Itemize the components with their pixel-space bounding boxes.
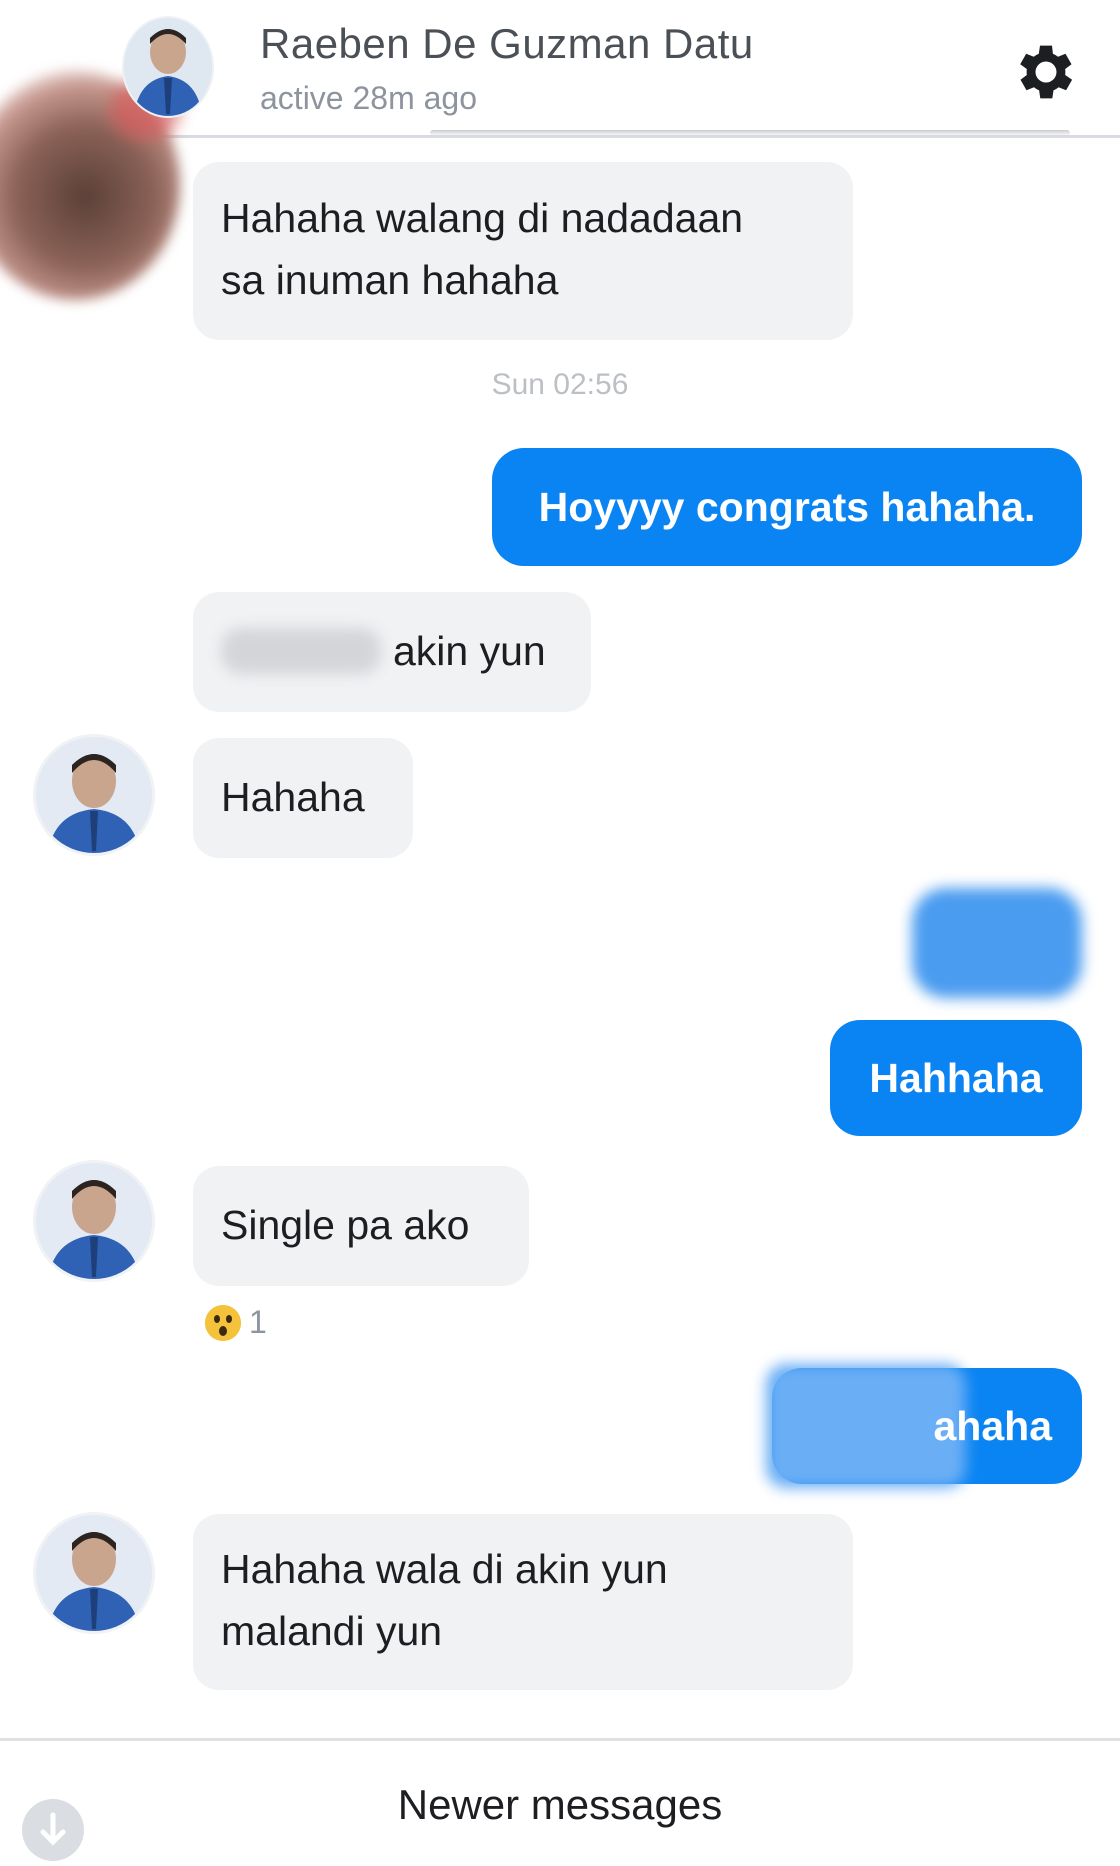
message-reaction[interactable]: 1 xyxy=(205,1304,267,1341)
message-text: Single pa ako xyxy=(221,1202,470,1248)
incoming-message[interactable]: Single pa ako xyxy=(193,1166,529,1286)
message-text: Hoyyyy congrats hahaha. xyxy=(538,483,1036,530)
sender-avatar[interactable] xyxy=(33,1512,155,1634)
header-divider xyxy=(430,130,1070,136)
message-text-line: Hahaha wala di akin yun xyxy=(221,1546,668,1592)
incoming-message[interactable]: Hahaha walang di nadadaan sa inuman haha… xyxy=(193,162,853,340)
outgoing-message[interactable]: Hahhaha xyxy=(830,1020,1082,1136)
gear-icon[interactable] xyxy=(1010,36,1082,108)
active-status: active 28m ago xyxy=(260,80,478,116)
redacted-text xyxy=(221,628,381,674)
message-text-line: sa inuman hahaha xyxy=(221,257,559,303)
message-text-line: malandi yun xyxy=(221,1608,443,1654)
reaction-count: 1 xyxy=(249,1304,267,1340)
message-timestamp: Sun 02:56 xyxy=(491,368,629,401)
outgoing-message[interactable]: Hoyyyy congrats hahaha. xyxy=(492,448,1082,566)
sender-avatar[interactable] xyxy=(33,734,155,856)
conversation-header: Raeben De Guzman Datu active 28m ago xyxy=(0,0,1120,300)
message-text: Hahaha xyxy=(221,774,365,820)
message-text: akin yun xyxy=(393,628,546,674)
wow-emoji-icon xyxy=(205,1304,241,1341)
sender-avatar[interactable] xyxy=(33,1160,155,1282)
newer-messages-bar[interactable]: Newer messages xyxy=(0,1738,1120,1861)
message-text-line: Hahaha walang di nadadaan xyxy=(221,195,744,241)
incoming-message[interactable]: Hahaha xyxy=(193,738,413,858)
contact-name[interactable]: Raeben De Guzman Datu xyxy=(260,20,754,68)
redacted-outgoing-message xyxy=(912,888,1082,998)
incoming-message[interactable]: akin yun xyxy=(193,592,591,712)
message-text: ahaha xyxy=(933,1402,1053,1449)
outgoing-message[interactable]: ahaha xyxy=(766,1364,1082,1488)
incoming-message[interactable]: Hahaha wala di akin yun malandi yun xyxy=(193,1514,853,1690)
newer-messages-label[interactable]: Newer messages xyxy=(0,1781,1120,1829)
message-text: Hahhaha xyxy=(869,1054,1043,1101)
contact-avatar[interactable] xyxy=(122,16,214,118)
